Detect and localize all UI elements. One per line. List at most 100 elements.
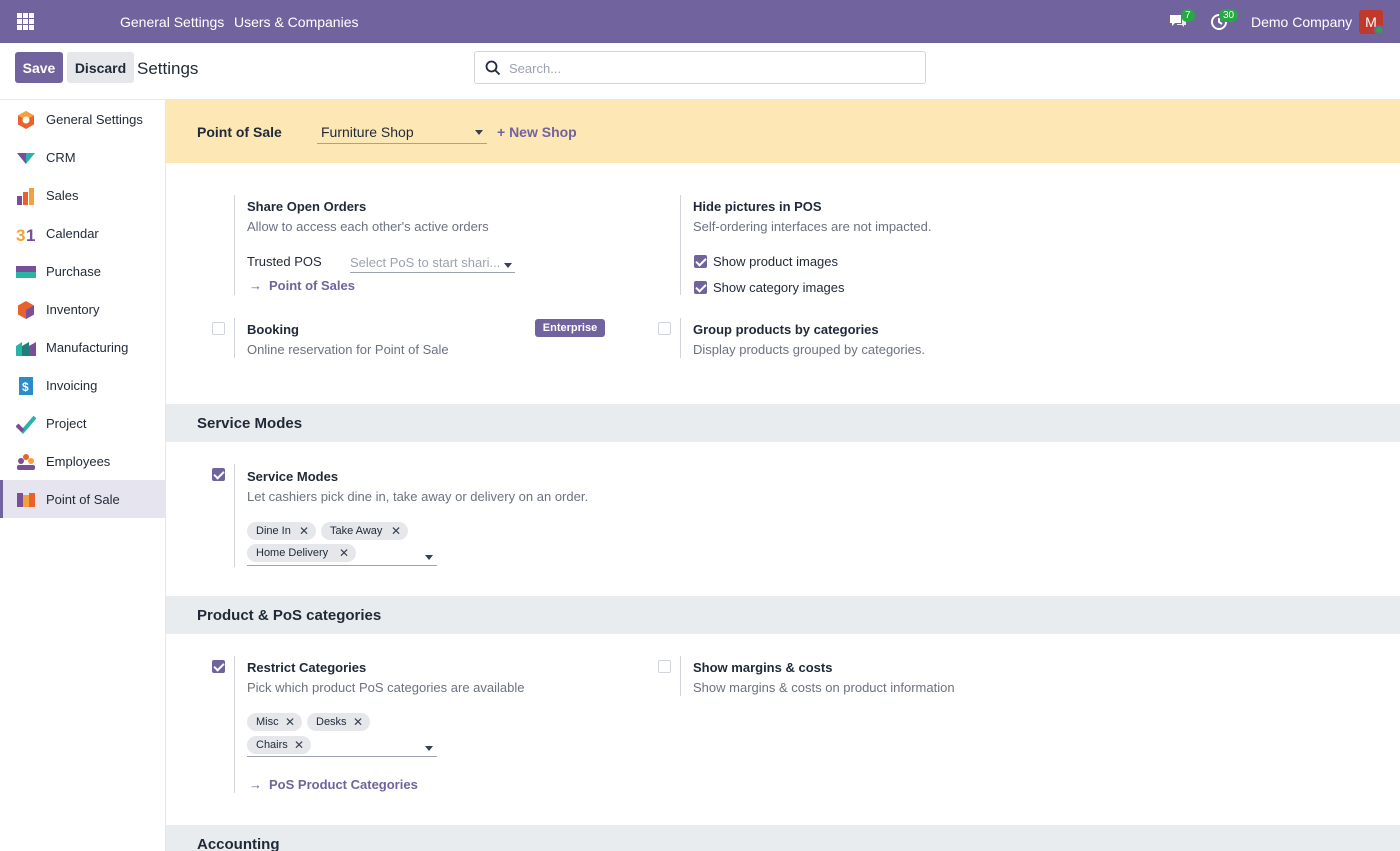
settings-sidebar: General Settings CRM Sales 3 1 Calendar … xyxy=(0,100,166,851)
category-tag: Chairs ✕ xyxy=(247,736,311,754)
hide-pictures-title: Hide pictures in POS xyxy=(693,199,822,214)
section-title: Product & PoS categories xyxy=(197,607,382,624)
restrict-categories-checkbox[interactable] xyxy=(212,660,225,673)
tag-label: Misc xyxy=(256,716,279,728)
sidebar-item-employees[interactable]: Employees xyxy=(0,442,165,480)
share-orders-desc: Allow to access each other's active orde… xyxy=(247,219,489,234)
pos-product-categories-link[interactable]: PoS Product Categories xyxy=(269,777,418,792)
sidebar-item-label: Point of Sale xyxy=(46,492,120,507)
sidebar-item-label: Invoicing xyxy=(46,378,98,393)
booking-checkbox[interactable] xyxy=(212,322,225,335)
setting-divider xyxy=(234,464,235,567)
manufacturing-icon xyxy=(16,342,36,356)
sidebar-item-calendar[interactable]: 3 1 Calendar xyxy=(0,214,165,252)
sidebar-item-label: Project xyxy=(46,416,87,431)
service-modes-checkbox[interactable] xyxy=(212,468,225,481)
share-orders-title: Share Open Orders xyxy=(247,199,367,214)
categories-input-underline[interactable] xyxy=(247,756,437,757)
section-title: Service Modes xyxy=(197,415,303,432)
trusted-pos-label: Trusted POS xyxy=(247,254,322,269)
tag-label: Chairs xyxy=(256,739,288,751)
invoicing-icon: $ xyxy=(19,377,33,395)
remove-tag-icon[interactable]: ✕ xyxy=(285,713,295,731)
sidebar-item-sales[interactable]: Sales xyxy=(0,176,165,214)
search-input[interactable] xyxy=(509,58,909,78)
sidebar-item-label: Inventory xyxy=(46,302,100,317)
arrow-right-icon: → xyxy=(249,278,262,293)
trusted-pos-select[interactable]: Select PoS to start shari... xyxy=(350,253,515,273)
trusted-pos-placeholder: Select PoS to start shari... xyxy=(350,255,501,270)
sidebar-item-invoicing[interactable]: $ Invoicing xyxy=(0,366,165,404)
point-of-sales-link[interactable]: Point of Sales xyxy=(269,278,355,293)
show-category-images-label: Show category images xyxy=(713,280,845,295)
setting-divider xyxy=(680,195,681,295)
show-margins-desc: Show margins & costs on product informat… xyxy=(693,680,955,695)
show-margins-checkbox[interactable] xyxy=(658,660,671,673)
remove-tag-icon[interactable]: ✕ xyxy=(299,522,309,540)
svg-text:1: 1 xyxy=(26,226,35,244)
remove-tag-icon[interactable]: ✕ xyxy=(294,736,304,754)
apps-menu-icon[interactable] xyxy=(17,13,34,30)
online-status-dot xyxy=(1374,25,1384,35)
category-tag: Misc ✕ xyxy=(247,713,302,731)
sidebar-item-crm[interactable]: CRM xyxy=(0,138,165,176)
categories-section-header: Product & PoS categories xyxy=(166,596,1400,634)
sidebar-item-general-settings[interactable]: General Settings xyxy=(0,100,165,138)
calendar-icon: 3 1 xyxy=(16,226,35,244)
service-mode-tag: Dine In ✕ xyxy=(247,522,316,540)
group-products-desc: Display products grouped by categories. xyxy=(693,342,925,357)
sidebar-item-label: Purchase xyxy=(46,264,101,279)
svg-text:$: $ xyxy=(22,380,29,394)
group-products-checkbox[interactable] xyxy=(658,322,671,335)
chevron-down-icon xyxy=(475,130,483,135)
service-modes-desc: Let cashiers pick dine in, take away or … xyxy=(247,489,589,504)
general-settings-icon xyxy=(18,111,34,129)
sidebar-item-point-of-sale[interactable]: Point of Sale xyxy=(0,480,165,518)
show-margins-title: Show margins & costs xyxy=(693,660,833,675)
sidebar-item-label: Sales xyxy=(46,188,79,203)
restrict-categories-desc: Pick which product PoS categories are av… xyxy=(247,680,525,695)
save-button[interactable]: Save xyxy=(15,52,63,83)
remove-tag-icon[interactable]: ✕ xyxy=(391,522,401,540)
sidebar-item-label: Manufacturing xyxy=(46,340,129,355)
setting-divider xyxy=(234,656,235,793)
sidebar-item-manufacturing[interactable]: Manufacturing xyxy=(0,328,165,366)
setting-divider xyxy=(680,318,681,358)
sidebar-item-inventory[interactable]: Inventory xyxy=(0,290,165,328)
sidebar-item-project[interactable]: Project xyxy=(0,404,165,442)
pos-label: Point of Sale xyxy=(197,124,282,140)
arrow-right-icon: → xyxy=(249,777,262,792)
control-panel: Save Discard Settings xyxy=(0,43,1400,100)
employees-icon xyxy=(17,454,35,470)
chevron-down-icon xyxy=(504,263,512,268)
section-title: Accounting xyxy=(197,836,280,851)
chevron-down-icon[interactable] xyxy=(425,555,433,560)
nav-users-companies[interactable]: Users & Companies xyxy=(234,14,359,30)
search-box[interactable] xyxy=(474,51,926,84)
sidebar-item-label: Employees xyxy=(46,454,111,469)
purchase-icon xyxy=(16,266,36,278)
show-product-images-label: Show product images xyxy=(713,254,839,269)
sidebar-item-label: Calendar xyxy=(46,226,99,241)
chevron-down-icon[interactable] xyxy=(425,746,433,751)
enterprise-badge: Enterprise xyxy=(535,319,605,337)
setting-divider xyxy=(680,656,681,696)
show-product-images-checkbox[interactable] xyxy=(694,255,707,268)
hide-pictures-desc: Self-ordering interfaces are not impacte… xyxy=(693,219,932,234)
company-switcher[interactable]: Demo Company xyxy=(1251,14,1352,30)
show-category-images-checkbox[interactable] xyxy=(694,281,707,294)
point-of-sale-icon xyxy=(17,493,35,507)
discard-button[interactable]: Discard xyxy=(67,52,134,83)
svg-text:3: 3 xyxy=(16,226,25,244)
shop-select[interactable]: Furniture Shop xyxy=(317,120,487,144)
new-shop-button[interactable]: + New Shop xyxy=(497,124,577,140)
remove-tag-icon[interactable]: ✕ xyxy=(353,713,363,731)
sidebar-item-label: General Settings xyxy=(46,112,143,127)
messages-badge: 7 xyxy=(1181,9,1195,22)
sidebar-item-purchase[interactable]: Purchase xyxy=(0,252,165,290)
nav-general-settings[interactable]: General Settings xyxy=(120,14,224,30)
page-title: Settings xyxy=(137,59,199,78)
remove-tag-icon[interactable]: ✕ xyxy=(339,544,349,562)
booking-desc: Online reservation for Point of Sale xyxy=(247,342,449,357)
service-modes-input-underline[interactable] xyxy=(247,565,437,566)
